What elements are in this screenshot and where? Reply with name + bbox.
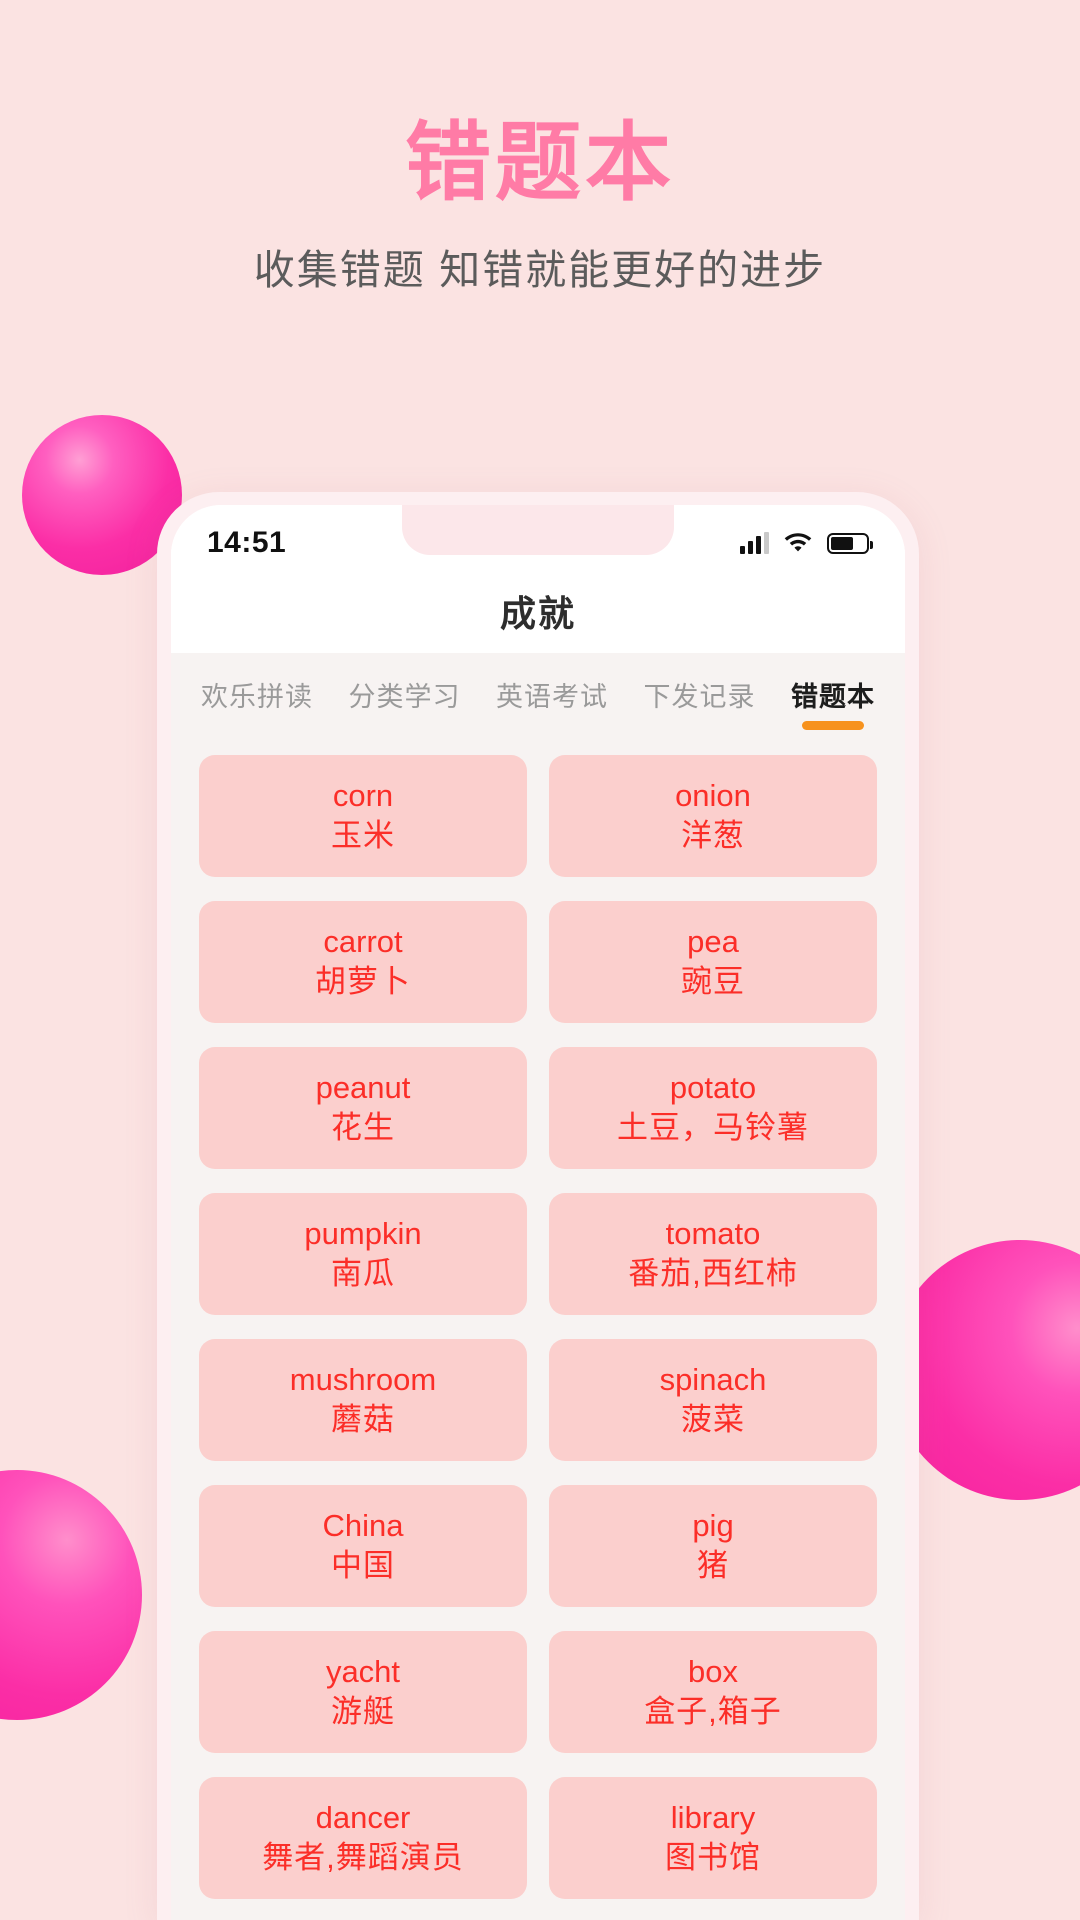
nav-title: 成就 bbox=[499, 593, 576, 634]
tab-label: 分类学习 bbox=[348, 682, 461, 712]
word-card[interactable]: China 中国 bbox=[199, 1485, 527, 1607]
phone-screen: 14:51 成就 欢乐拼读 分类学习 英语考试 下发记录 错题本 corn 玉米 onion… bbox=[171, 505, 905, 1920]
tab-label: 错题本 bbox=[791, 682, 875, 712]
signal-bars-icon bbox=[740, 532, 769, 554]
word-card[interactable]: pumpkin 南瓜 bbox=[199, 1193, 527, 1315]
word-english: pig bbox=[692, 1508, 734, 1544]
word-card[interactable]: pig 猪 bbox=[549, 1485, 877, 1607]
word-chinese: 盒子,箱子 bbox=[644, 1694, 782, 1729]
status-bar: 14:51 bbox=[171, 505, 905, 569]
word-chinese: 洋葱 bbox=[681, 818, 745, 853]
word-card[interactable]: pea 豌豆 bbox=[549, 901, 877, 1023]
page-title: 错题本 bbox=[405, 115, 675, 211]
battery-icon bbox=[827, 532, 873, 554]
word-english: pea bbox=[687, 924, 739, 960]
word-card[interactable]: onion 洋葱 bbox=[549, 755, 877, 877]
word-card[interactable]: mushroom 蘑菇 bbox=[199, 1339, 527, 1461]
tab-3[interactable]: 下发记录 bbox=[644, 675, 756, 732]
tab-label: 下发记录 bbox=[643, 682, 756, 712]
word-english: box bbox=[688, 1654, 738, 1690]
word-card[interactable]: tomato 番茄,西红柿 bbox=[549, 1193, 877, 1315]
wifi-icon bbox=[783, 529, 813, 557]
word-english: carrot bbox=[323, 924, 403, 960]
word-chinese: 胡萝卜 bbox=[315, 964, 411, 999]
word-english: yacht bbox=[325, 1654, 401, 1690]
word-chinese: 蘑菇 bbox=[331, 1402, 395, 1437]
word-english: onion bbox=[675, 778, 751, 814]
word-card[interactable]: spinach 菠菜 bbox=[549, 1339, 877, 1461]
nav-header: 成就 bbox=[171, 569, 905, 653]
word-card[interactable]: dancer 舞者,舞蹈演员 bbox=[199, 1777, 527, 1899]
word-chinese: 猪 bbox=[697, 1548, 729, 1583]
hero-section: 错题本 收集错题 知错就能更好的进步 bbox=[0, 118, 1080, 296]
word-english: potato bbox=[669, 1070, 757, 1106]
word-chinese: 菠菜 bbox=[681, 1402, 745, 1437]
word-english: tomato bbox=[665, 1216, 761, 1252]
word-card[interactable]: peanut 花生 bbox=[199, 1047, 527, 1169]
word-card[interactable]: box 盒子,箱子 bbox=[549, 1631, 877, 1753]
word-card[interactable]: yacht 游艇 bbox=[199, 1631, 527, 1753]
word-english: China bbox=[322, 1508, 404, 1544]
word-card[interactable]: library 图书馆 bbox=[549, 1777, 877, 1899]
word-chinese: 南瓜 bbox=[331, 1256, 395, 1291]
word-chinese: 土豆，马铃薯 bbox=[617, 1110, 809, 1145]
word-card[interactable]: carrot 胡萝卜 bbox=[199, 901, 527, 1023]
tab-bar[interactable]: 欢乐拼读 分类学习 英语考试 下发记录 错题本 bbox=[171, 653, 905, 739]
word-english: corn bbox=[332, 778, 394, 814]
word-english: peanut bbox=[315, 1070, 411, 1106]
word-chinese: 图书馆 bbox=[665, 1840, 761, 1875]
word-english: dancer bbox=[315, 1800, 411, 1836]
word-chinese: 中国 bbox=[331, 1548, 395, 1583]
word-chinese: 豌豆 bbox=[681, 964, 745, 999]
tab-2[interactable]: 英语考试 bbox=[496, 675, 608, 732]
tab-4[interactable]: 错题本 bbox=[791, 675, 875, 732]
status-icons bbox=[740, 529, 873, 557]
word-chinese: 番茄,西红柿 bbox=[628, 1256, 798, 1291]
word-card[interactable]: corn 玉米 bbox=[199, 755, 527, 877]
decorative-sphere-bottom-left bbox=[0, 1470, 142, 1720]
word-english: spinach bbox=[659, 1362, 767, 1398]
tab-active-underline bbox=[802, 721, 864, 730]
word-english: mushroom bbox=[289, 1362, 437, 1398]
phone-mockup: 14:51 成就 欢乐拼读 分类学习 英语考试 下发记录 错题本 corn 玉米 onion… bbox=[157, 492, 919, 1920]
page-subtitle: 收集错题 知错就能更好的进步 bbox=[253, 247, 827, 294]
tab-label: 英语考试 bbox=[496, 682, 608, 712]
word-english: pumpkin bbox=[304, 1216, 422, 1252]
tab-label: 欢乐拼读 bbox=[201, 682, 313, 712]
word-chinese: 游艇 bbox=[331, 1694, 395, 1729]
status-time: 14:51 bbox=[207, 526, 287, 559]
word-card-grid: corn 玉米 onion 洋葱 carrot 胡萝卜 pea 豌豆 peanut 花生 potat… bbox=[171, 739, 905, 1920]
word-english: library bbox=[670, 1800, 756, 1836]
word-chinese: 舞者,舞蹈演员 bbox=[262, 1840, 464, 1875]
word-chinese: 花生 bbox=[331, 1110, 395, 1145]
word-chinese: 玉米 bbox=[331, 818, 395, 853]
tab-1[interactable]: 分类学习 bbox=[349, 675, 461, 732]
phone-notch bbox=[402, 505, 674, 555]
word-card[interactable]: potato 土豆，马铃薯 bbox=[549, 1047, 877, 1169]
tab-0[interactable]: 欢乐拼读 bbox=[201, 675, 313, 732]
